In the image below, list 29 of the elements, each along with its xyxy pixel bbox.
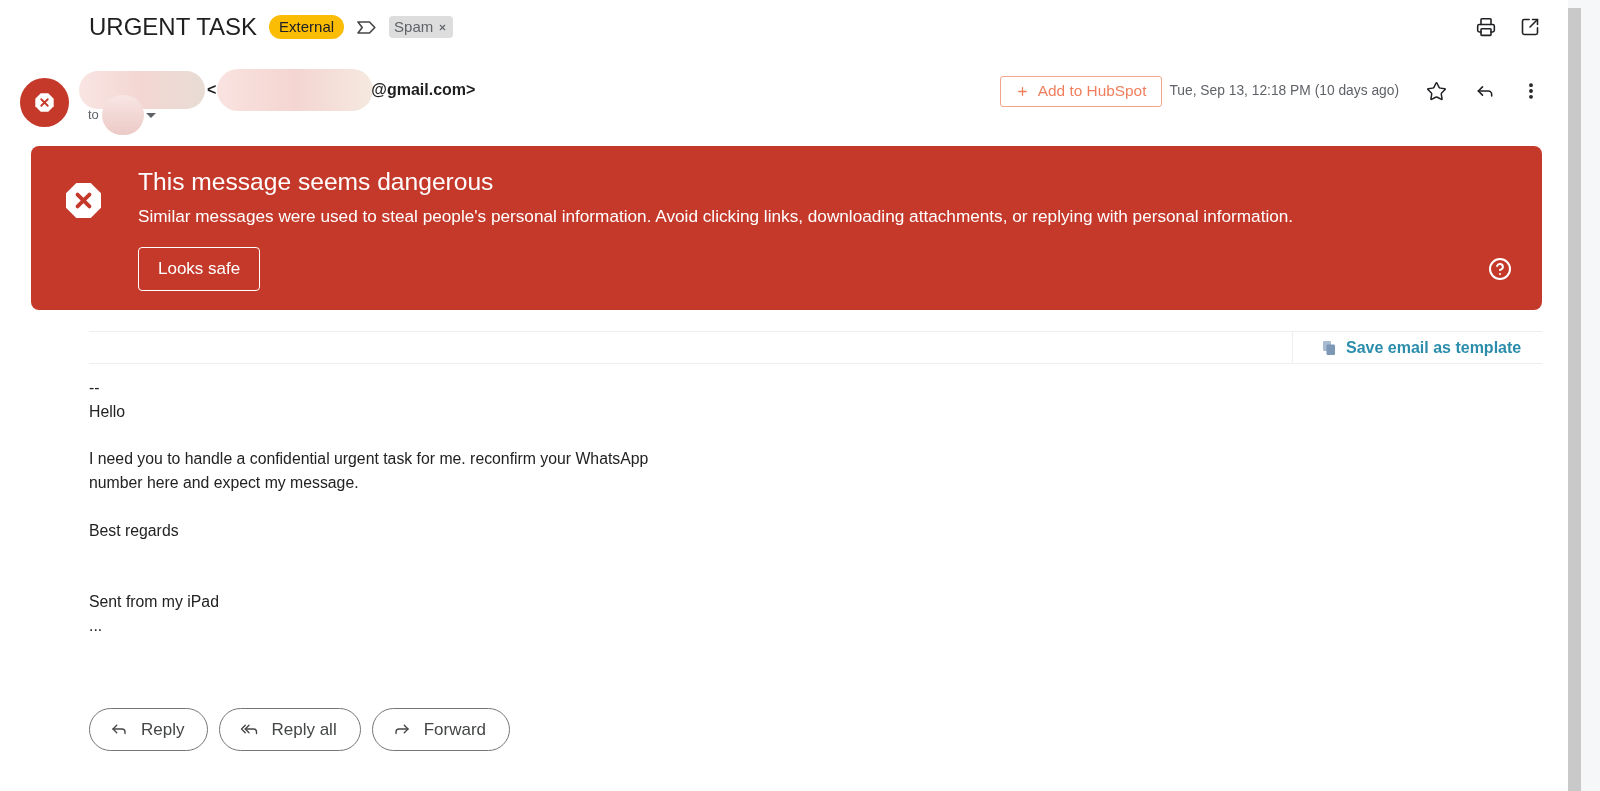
caret-down-icon[interactable] (145, 112, 156, 118)
body-text: Hello (89, 401, 125, 422)
scrollbar-thumb[interactable] (1568, 8, 1581, 791)
sender-email-domain: @gmail.com> (371, 80, 476, 100)
label-chip[interactable]: Spam (389, 16, 454, 38)
body-text: ... (89, 615, 103, 636)
stop-sign-icon (66, 183, 101, 218)
avatar-stop-icon (20, 78, 69, 127)
save-template-link[interactable]: Save email as template (1346, 335, 1522, 360)
looks-safe-button[interactable]: Looks safe (138, 247, 261, 291)
body-text: I need you to handle a confidential urgent task for me. reconfirm your WhatsApp number here and expect my message. (89, 449, 649, 494)
copy-icon (1323, 340, 1335, 355)
sender-email-bracket: < (207, 80, 217, 100)
email-date: Tue, Sep 13, 12:18 PM (10 days ago) (1169, 81, 1399, 100)
warning-description: Similar messages were used to steal people's personal information. Avoid clicking links, downloading attachments, or replying with personal information. (138, 206, 1294, 227)
body-text: Best regards (89, 520, 179, 541)
help-icon[interactable] (1489, 258, 1511, 280)
body-text: Sent from my iPad (89, 592, 219, 613)
star-icon[interactable] (1426, 80, 1447, 102)
open-in-new-window-icon[interactable] (1520, 17, 1540, 37)
importance-marker-icon[interactable] (357, 20, 377, 34)
close-icon[interactable] (438, 22, 448, 32)
body-text: -- (89, 378, 100, 398)
label-badge[interactable]: External (269, 15, 345, 39)
email-subject: URGENT TASK (89, 12, 258, 42)
print-icon[interactable] (1476, 17, 1496, 37)
plus-icon (1015, 84, 1029, 98)
recipient-label: to (88, 106, 99, 125)
warning-title: This message seems dangerous (138, 167, 494, 197)
